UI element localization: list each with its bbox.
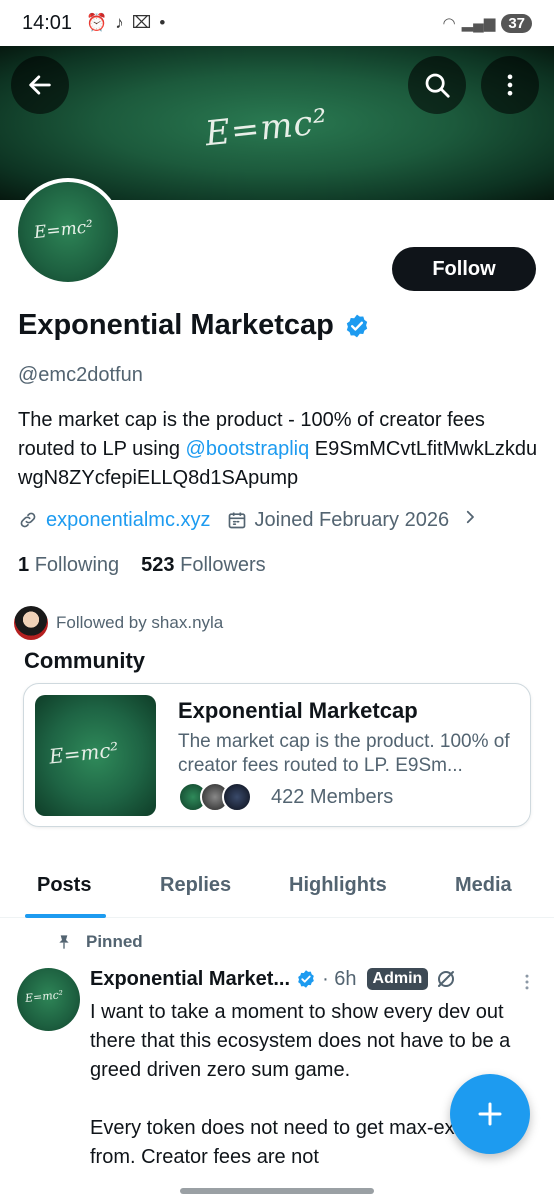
follower-avatar	[14, 606, 48, 640]
community-card[interactable]: E=mc² Exponential Marketcap The market c…	[23, 683, 531, 827]
active-tab-indicator	[25, 914, 106, 918]
tab-posts[interactable]: Posts	[37, 874, 91, 897]
verified-badge-icon[interactable]	[344, 313, 370, 339]
display-name: Exponential Marketcap	[18, 309, 334, 341]
signal-icon: ▂▄▆	[461, 15, 496, 32]
calendar-icon	[227, 510, 247, 530]
community-image: E=mc²	[35, 695, 156, 816]
search-icon	[425, 73, 450, 98]
more-vertical-icon	[525, 974, 529, 990]
followers-count: 523	[141, 554, 175, 576]
followers-stat[interactable]: 523 Followers	[141, 554, 266, 577]
capcut-icon: ⌧	[131, 13, 152, 32]
joined-date: Joined February 2026	[254, 508, 450, 531]
avatar-formula: E=mc²	[33, 216, 95, 244]
pinned-label: Pinned	[86, 932, 143, 951]
following-label: Following	[34, 554, 120, 576]
status-right: ◠ ▂▄▆ 37	[442, 13, 532, 33]
search-button[interactable]	[408, 56, 466, 114]
link-icon	[20, 512, 36, 528]
post-header: Exponential Market... · 6h Admin	[90, 967, 458, 991]
status-time: 14:01	[22, 11, 73, 34]
admin-badge: Admin	[366, 968, 429, 990]
following-stat[interactable]: 1 Following	[18, 554, 119, 577]
followed-by-text: Followed by shax.nyla	[56, 613, 224, 632]
arrow-left-icon	[29, 75, 51, 95]
profile-tabs: Posts Replies Highlights Media	[0, 860, 554, 918]
notification-icons: ⏰ ♪ ⌧ •	[86, 13, 165, 33]
pin-icon	[59, 935, 69, 949]
banner-formula: E=mc²	[203, 101, 330, 155]
back-button[interactable]	[11, 56, 69, 114]
post-more-button[interactable]	[520, 972, 534, 997]
more-vertical-icon	[507, 74, 513, 96]
profile-avatar[interactable]: E=mc²	[14, 178, 122, 286]
profile-handle: @emc2dotfun	[18, 364, 143, 386]
following-count: 1	[18, 554, 30, 576]
tab-media[interactable]: Media	[455, 874, 512, 897]
battery-indicator: 37	[501, 13, 532, 33]
grok-icon[interactable]	[434, 967, 458, 991]
profile-banner[interactable]: E=mc²	[0, 46, 554, 200]
compose-post-button[interactable]	[450, 1074, 530, 1154]
tiktok-icon: ♪	[115, 13, 124, 32]
more-options-button[interactable]	[481, 56, 539, 114]
chevron-right-icon[interactable]	[461, 508, 479, 532]
community-description: The market cap is the product. 100% of c…	[178, 731, 510, 776]
verified-badge-icon	[298, 970, 314, 988]
follow-button[interactable]: Follow	[392, 247, 536, 291]
alarm-icon: ⏰	[86, 13, 108, 32]
tab-highlights[interactable]: Highlights	[289, 874, 387, 897]
pinned-indicator: Pinned	[56, 932, 143, 952]
followed-by-row[interactable]: Followed by shax.nyla	[14, 606, 223, 640]
post-author-name[interactable]: Exponential Market...	[90, 968, 290, 991]
profile-meta: exponentialmc.xyz Joined February 2026	[18, 508, 538, 532]
member-avatars	[178, 782, 252, 812]
post-avatar-formula: E=mc²	[24, 988, 64, 1005]
follow-stats: 1 Following 523 Followers	[18, 554, 266, 577]
profile-bio: The market cap is the product - 100% of …	[18, 406, 538, 493]
status-bar: 14:01 ⏰ ♪ ⌧ • ◠ ▂▄▆ 37	[0, 0, 554, 46]
post-author-avatar[interactable]: E=mc²	[17, 968, 80, 1031]
more-notifications-icon: •	[159, 13, 166, 32]
post-time[interactable]: · 6h	[322, 968, 356, 991]
community-section-title: Community	[24, 648, 145, 673]
wifi-icon: ◠	[442, 15, 456, 32]
member-avatar	[222, 782, 252, 812]
tab-replies[interactable]: Replies	[160, 874, 231, 897]
community-name: Exponential Marketcap	[178, 698, 418, 723]
name-row: Exponential Marketcap	[18, 309, 370, 342]
community-image-formula: E=mc²	[47, 737, 120, 769]
gesture-home-bar[interactable]	[180, 1188, 374, 1194]
plus-icon	[478, 1102, 502, 1126]
member-count: 422 Members	[271, 786, 394, 808]
bio-mention-link[interactable]: @bootstrapliq	[186, 438, 310, 460]
website-link[interactable]: exponentialmc.xyz	[46, 509, 211, 532]
followers-label: Followers	[180, 554, 266, 576]
